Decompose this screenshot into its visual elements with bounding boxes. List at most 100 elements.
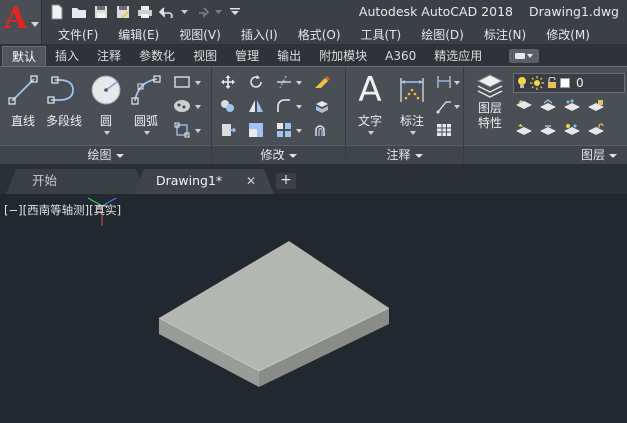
arc-dropdown-icon[interactable] — [144, 131, 150, 135]
chevron-down-icon — [115, 153, 124, 158]
circle-tool[interactable]: 圆 — [86, 71, 126, 135]
new-tab-button[interactable]: + — [276, 173, 296, 189]
menu-dimension[interactable]: 标注(N) — [474, 26, 536, 43]
tab-featured-apps[interactable]: 精选应用 — [425, 46, 491, 66]
layer-tool-7[interactable] — [562, 121, 582, 139]
region-dropdown-icon[interactable] — [195, 129, 201, 133]
hatch-dropdown-icon[interactable] — [195, 105, 201, 109]
close-icon[interactable]: ✕ — [246, 169, 256, 193]
autocad-logo-icon: A — [4, 1, 28, 36]
line-tool-label: 直线 — [10, 114, 35, 128]
dimension-dropdown-icon[interactable] — [410, 131, 416, 135]
polyline-tool[interactable]: 多段线 — [43, 71, 85, 129]
menu-tools[interactable]: 工具(T) — [351, 26, 412, 43]
customize-qat-icon[interactable] — [226, 3, 244, 21]
array-tool[interactable] — [274, 121, 294, 139]
ribbon-minimize-toggle[interactable] — [509, 49, 540, 63]
text-tool[interactable]: A 文字 — [350, 71, 390, 135]
tab-insert[interactable]: 插入 — [46, 46, 88, 66]
tab-view[interactable]: 视图 — [184, 46, 226, 66]
leader-dropdown-icon[interactable] — [454, 105, 460, 109]
dimension-tool[interactable]: 标注 — [392, 71, 432, 135]
explode-tool[interactable] — [312, 97, 332, 115]
layers-panel-label: 图层 — [580, 148, 605, 162]
annotation-panel: A 文字 标注 注释 — [346, 67, 464, 165]
tab-parametric[interactable]: 参数化 — [130, 46, 184, 66]
save-as-icon[interactable] — [114, 3, 132, 21]
line-tool[interactable]: 直线 — [3, 71, 43, 129]
trim-tool[interactable] — [274, 73, 294, 91]
arc-tool[interactable]: 圆弧 — [126, 71, 166, 135]
draw-panel-title[interactable]: 绘图 — [0, 145, 211, 165]
layer-tool-3[interactable] — [562, 97, 582, 115]
mirror-tool[interactable] — [246, 97, 266, 115]
rectangle-tool[interactable] — [172, 73, 192, 91]
viewport-controls-label[interactable]: [−][西南等轴测][真实] — [4, 202, 121, 218]
new-file-icon[interactable] — [48, 3, 66, 21]
tab-default[interactable]: 默认 — [2, 46, 47, 66]
modify-panel-title[interactable]: 修改 — [212, 145, 345, 165]
tab-addins[interactable]: 附加模块 — [310, 46, 376, 66]
circle-dropdown-icon[interactable] — [104, 131, 110, 135]
title-bar: Autodesk AutoCAD 2018 Drawing1.dwg — [0, 0, 627, 24]
undo-icon[interactable] — [158, 3, 176, 21]
open-folder-icon[interactable] — [70, 3, 88, 21]
menu-file[interactable]: 文件(F) — [48, 26, 108, 43]
hatch-tool[interactable] — [172, 97, 192, 115]
undo-dropdown-icon[interactable] — [180, 3, 188, 21]
file-tab-bar: 开始 Drawing1* ✕ + — [0, 164, 627, 194]
trim-dropdown-icon[interactable] — [296, 81, 302, 85]
leader-tool[interactable] — [434, 97, 454, 115]
save-icon[interactable] — [92, 3, 110, 21]
erase-tool[interactable] — [312, 73, 332, 91]
menu-format[interactable]: 格式(O) — [288, 26, 351, 43]
start-tab[interactable]: 开始 — [6, 169, 146, 194]
layer-tool-6[interactable] — [538, 121, 558, 139]
drawing-viewport[interactable]: [−][西南等轴测][真实] — [0, 194, 627, 423]
fillet-dropdown-icon[interactable] — [296, 105, 302, 109]
tab-manage[interactable]: 管理 — [226, 46, 268, 66]
erase-icon — [315, 76, 330, 88]
layer-tool-5[interactable] — [514, 121, 534, 139]
current-layer-dropdown[interactable]: 0 — [513, 73, 625, 93]
menu-insert[interactable]: 插入(I) — [231, 26, 288, 43]
fillet-tool[interactable] — [274, 97, 294, 115]
app-name: Autodesk AutoCAD 2018 — [358, 4, 513, 19]
drawing-tab[interactable]: Drawing1* ✕ — [134, 169, 274, 194]
rectangle-dropdown-icon[interactable] — [195, 81, 201, 85]
3d-solid-box[interactable] — [158, 241, 390, 387]
stretch-tool[interactable] — [218, 121, 238, 139]
array-dropdown-icon[interactable] — [296, 129, 302, 133]
layer-tool-4[interactable] — [586, 97, 606, 115]
table-tool[interactable] — [434, 121, 454, 139]
linear-dimension-dropdown-icon[interactable] — [454, 81, 460, 85]
scale-tool[interactable] — [246, 121, 266, 139]
offset-tool[interactable] — [312, 121, 332, 139]
menu-draw[interactable]: 绘图(D) — [411, 26, 474, 43]
redo-dropdown-icon[interactable] — [214, 3, 222, 21]
redo-icon[interactable] — [192, 3, 210, 21]
print-icon[interactable] — [136, 3, 154, 21]
tab-annotate[interactable]: 注释 — [88, 46, 130, 66]
layer-tool-8[interactable] — [586, 121, 606, 139]
layers-panel-title[interactable]: 图层 — [464, 145, 627, 165]
tab-output[interactable]: 输出 — [268, 46, 310, 66]
layer-properties-tool[interactable]: 图层 特性 — [470, 71, 510, 131]
annotation-panel-title[interactable]: 注释 — [346, 145, 463, 165]
text-dropdown-icon[interactable] — [368, 131, 374, 135]
menu-edit[interactable]: 编辑(E) — [108, 26, 169, 43]
model-space[interactable] — [0, 194, 627, 423]
layer-tool-1[interactable] — [514, 97, 534, 115]
application-menu-button[interactable]: A — [0, 0, 42, 44]
layer-freeze-icon — [564, 99, 580, 111]
copy-tool[interactable] — [218, 97, 238, 115]
region-tool[interactable] — [172, 121, 192, 139]
move-tool[interactable] — [218, 73, 238, 91]
quick-access-toolbar — [48, 2, 244, 22]
menu-modify[interactable]: 修改(M) — [536, 26, 600, 43]
linear-dimension-tool[interactable] — [434, 73, 454, 91]
menu-view[interactable]: 视图(V) — [169, 26, 231, 43]
tab-a360[interactable]: A360 — [376, 46, 425, 66]
layer-tool-2[interactable] — [538, 97, 558, 115]
rotate-tool[interactable] — [246, 73, 266, 91]
